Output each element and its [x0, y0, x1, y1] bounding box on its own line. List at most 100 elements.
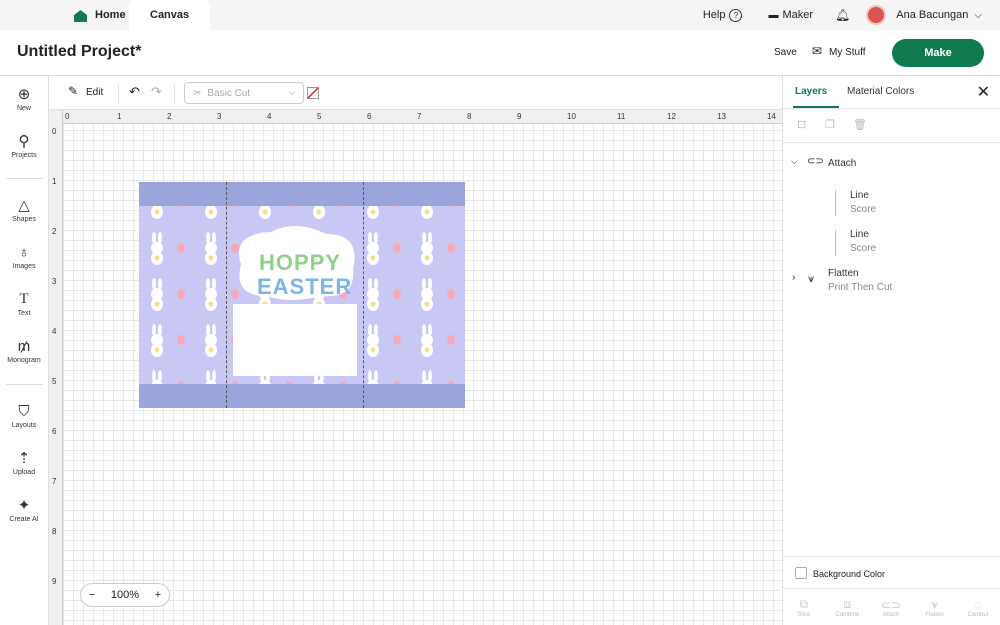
group-icon[interactable]: ⊡: [797, 118, 806, 131]
ruler-tick: 8: [467, 112, 472, 121]
nav-shapes-label: Shapes: [12, 216, 36, 223]
nav-upload-label: Upload: [12, 469, 36, 476]
background-color-checkbox[interactable]: [795, 567, 807, 579]
hoppy-text: HOPPY: [259, 250, 342, 275]
nav-new-label: New: [16, 105, 31, 112]
attach-icon: ⊂⊃: [807, 156, 824, 167]
nav-layouts[interactable]: ⛉ Layouts: [0, 403, 48, 429]
contour-icon: ◌: [974, 597, 982, 612]
avatar[interactable]: [866, 5, 887, 25]
bell-icon[interactable]: 🔔︎: [835, 8, 850, 22]
chevron-down-icon: ⌵: [288, 87, 296, 98]
chevron-down-icon[interactable]: ⌵: [974, 10, 982, 21]
slice-button[interactable]: ⧉ Slice: [786, 597, 822, 618]
combine-button[interactable]: ⧈ Combine: [829, 597, 865, 618]
layer-item[interactable]: [835, 190, 836, 216]
white-label-box: [233, 304, 357, 376]
ruler-tick: 3: [52, 277, 57, 286]
flatten-button[interactable]: ⩛ Flatten: [917, 597, 953, 618]
group-label[interactable]: Attach: [828, 158, 856, 169]
ruler-tick: 13: [717, 112, 726, 121]
maker-link[interactable]: Maker: [782, 9, 813, 21]
duplicate-icon[interactable]: ❐: [825, 118, 835, 131]
nav-new[interactable]: ⊕ New: [0, 86, 48, 112]
user-name[interactable]: Ana Bacungan: [896, 9, 968, 21]
ruler-left: 0 1 2 3 4 5 6 7 8 9: [49, 110, 63, 625]
layer-name: Line: [850, 229, 869, 240]
save-button[interactable]: Save: [774, 47, 797, 58]
operation-select-value: Basic Cut: [207, 87, 251, 99]
nav-text[interactable]: T Text: [0, 291, 48, 317]
tab-layers[interactable]: Layers: [795, 86, 827, 97]
no-color-swatch-icon[interactable]: [307, 87, 319, 99]
layer-item[interactable]: Line Score: [850, 190, 876, 215]
home-icon: [74, 10, 87, 22]
nav-upload[interactable]: ⇡ Upload: [0, 450, 48, 476]
nav-images[interactable]: ♁ Images: [0, 244, 48, 270]
zoom-control: − 100% +: [80, 583, 170, 607]
edit-button[interactable]: Edit: [86, 87, 103, 98]
rocket-icon: ⚲: [18, 133, 30, 150]
nav-shapes[interactable]: △ Shapes: [0, 197, 48, 223]
help-icon[interactable]: ?: [729, 8, 743, 22]
nav-create-ai-label: Create AI: [9, 516, 39, 523]
tab-canvas[interactable]: Canvas: [129, 0, 211, 30]
tab-home[interactable]: Home: [0, 0, 126, 30]
ruler-tick: 2: [167, 112, 172, 121]
top-bar: Home Canvas Help ? ▬ Maker 🔔︎ Ana Bacung…: [0, 0, 1000, 30]
nav-create-ai[interactable]: ✦ Create AI: [0, 497, 48, 523]
combine-icon: ⧈: [843, 597, 852, 611]
make-button[interactable]: Make: [892, 39, 984, 67]
help-link[interactable]: Help: [703, 9, 726, 21]
redo-icon[interactable]: ↷: [151, 84, 162, 100]
nav-projects[interactable]: ⚲ Projects: [0, 133, 48, 159]
slice-icon: ⧉: [799, 597, 809, 611]
slice-label: Slice: [797, 612, 811, 618]
design-object[interactable]: HOPPY EASTER: [139, 182, 465, 408]
monogram-icon: ₥: [17, 338, 31, 355]
project-title[interactable]: Untitled Project*: [17, 43, 141, 61]
ruler-tick: 1: [52, 177, 57, 186]
tab-material-colors[interactable]: Material Colors: [847, 86, 914, 97]
maker-icon: ▬: [768, 9, 779, 21]
contour-label: Contour: [967, 611, 989, 618]
ruler-tick: 6: [367, 112, 372, 121]
nav-layouts-label: Layouts: [11, 422, 37, 429]
nav-projects-label: Projects: [11, 152, 37, 159]
layer-item[interactable]: [835, 230, 836, 256]
plus-circle-icon: ⊕: [17, 86, 31, 103]
zoom-out-button[interactable]: −: [89, 589, 95, 601]
nav-monogram[interactable]: ₥ Monogram: [0, 338, 48, 364]
design-canvas[interactable]: 0 1 2 3 4 5 6 7 8 9 10 11 12 13 14 0 1 2…: [49, 110, 782, 625]
nav-images-label: Images: [12, 263, 36, 270]
zoom-in-button[interactable]: +: [155, 589, 161, 601]
ruler-tick: 9: [52, 577, 57, 586]
close-icon[interactable]: ✕: [977, 82, 990, 102]
ruler-tick: 5: [317, 112, 322, 121]
shirt-icon: ⛉: [18, 403, 30, 420]
operation-select[interactable]: ✂ Basic Cut ⌵: [184, 82, 304, 104]
edit-toolbar: ✎ Edit ↶ ↷ ✂ Basic Cut ⌵: [49, 76, 782, 110]
edit-icon[interactable]: ✎: [68, 84, 78, 98]
trash-icon[interactable]: 🗑︎: [853, 118, 867, 131]
score-line[interactable]: [226, 182, 227, 408]
contour-button[interactable]: ◌ Contour: [960, 598, 996, 618]
layer-item[interactable]: Line Score: [850, 229, 876, 254]
ruler-tick: 0: [52, 127, 57, 136]
chevron-right-icon[interactable]: ›: [792, 272, 795, 283]
title-bar: Untitled Project* Save ✉ My Stuff Make: [0, 30, 1000, 76]
undo-icon[interactable]: ↶: [129, 84, 140, 100]
text-icon: T: [19, 291, 29, 307]
tab-canvas-label: Canvas: [150, 9, 190, 21]
score-line[interactable]: [363, 182, 364, 408]
zoom-value: 100%: [110, 589, 140, 601]
flatten-layer[interactable]: Flatten Print Then Cut: [828, 268, 892, 293]
nav-monogram-label: Monogram: [7, 357, 41, 364]
flatten-icon: ⩛: [931, 597, 938, 611]
my-stuff-button[interactable]: My Stuff: [829, 47, 866, 58]
ruler-tick: 7: [417, 112, 422, 121]
layer-type: Score: [850, 204, 877, 215]
chevron-down-icon[interactable]: ⌵: [791, 156, 798, 167]
ruler-tick: 12: [667, 112, 676, 121]
attach-button[interactable]: ⊂⊃ Attach: [873, 598, 909, 618]
